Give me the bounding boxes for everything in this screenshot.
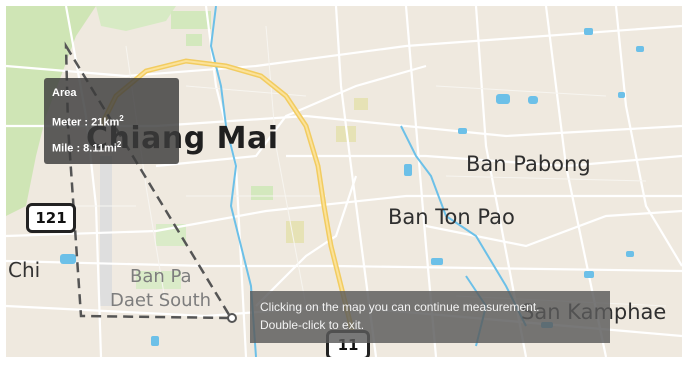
tooltip-line-1: Clicking on the map you can continue mea… xyxy=(260,300,540,314)
park-area xyxy=(96,6,176,31)
park-area xyxy=(251,186,273,200)
map-canvas[interactable]: Chiang Mai Ban Pabong Ban Ton Pao San Ka… xyxy=(6,6,682,357)
park-area xyxy=(286,221,304,243)
edge-place-label: Chi xyxy=(8,258,41,282)
measure-vertex-handle[interactable] xyxy=(227,313,237,323)
route-shield-121: 121 xyxy=(26,203,76,233)
town-label: Ban Pabong xyxy=(466,152,591,176)
area-measurement-popup: Area Meter : 21km2 Mile : 8.11mi2 xyxy=(44,78,179,164)
area-meter-row: Meter : 21km2 xyxy=(52,114,124,129)
village-label: Ban Pa xyxy=(130,266,192,287)
town-label: Ban Ton Pao xyxy=(388,205,515,229)
area-mile-row: Mile : 8.11mi2 xyxy=(52,140,122,155)
park-area xyxy=(171,11,211,29)
park-area xyxy=(354,98,368,110)
park-area xyxy=(186,34,202,46)
tooltip-line-2: Double-click to exit. xyxy=(260,318,365,332)
village-label: Daet South xyxy=(110,290,212,311)
area-title: Area xyxy=(52,87,77,99)
measure-instruction-tooltip: Clicking on the map you can continue mea… xyxy=(250,291,610,343)
